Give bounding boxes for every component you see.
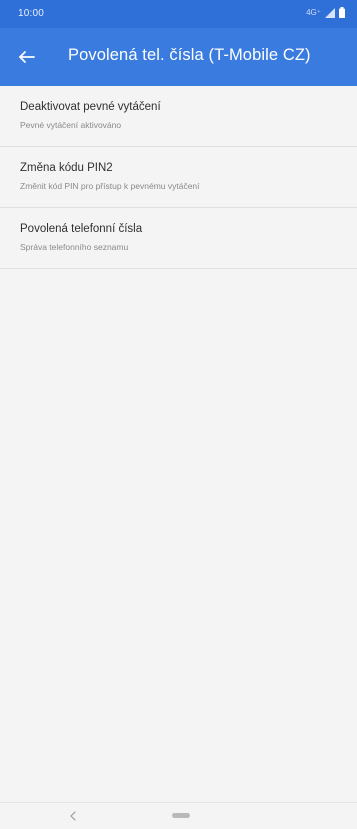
system-nav-bar	[0, 802, 357, 829]
network-type: 4G⁺	[306, 8, 321, 17]
list-item-title: Změna kódu PIN2	[20, 162, 113, 174]
signal-icon	[325, 7, 335, 18]
status-icons: 4G⁺	[306, 7, 345, 18]
settings-list: Deaktivovat pevné vytáčení Pevné vytáčen…	[0, 86, 357, 269]
list-item-title: Povolená telefonní čísla	[20, 223, 143, 235]
screen: 10:00 4G⁺ Povolená tel. čísla (T-Mobile …	[0, 0, 357, 829]
arrow-left-icon[interactable]	[14, 44, 40, 70]
app-bar: Povolená tel. čísla (T-Mobile CZ)	[0, 28, 357, 86]
list-item-subtitle: Správa telefonního seznamu	[20, 242, 129, 252]
chevron-left-icon[interactable]	[66, 809, 80, 823]
list-item-fdn-numbers[interactable]: Povolená telefonní čísla Správa telefonn…	[0, 208, 357, 269]
list-item-deactivate-fdn[interactable]: Deaktivovat pevné vytáčení Pevné vytáčen…	[0, 86, 357, 147]
page-title: Povolená tel. čísla (T-Mobile CZ)	[68, 46, 311, 64]
list-item-title: Deaktivovat pevné vytáčení	[20, 101, 161, 113]
list-item-subtitle: Pevné vytáčení aktivováno	[20, 120, 122, 130]
home-pill-icon[interactable]	[172, 813, 190, 818]
battery-icon	[339, 7, 345, 18]
status-time: 10:00	[18, 8, 45, 19]
list-item-subtitle: Změnit kód PIN pro přístup k pevnému vyt…	[20, 181, 200, 191]
list-item-change-pin2[interactable]: Změna kódu PIN2 Změnit kód PIN pro příst…	[0, 147, 357, 208]
status-bar: 10:00 4G⁺	[0, 0, 357, 28]
